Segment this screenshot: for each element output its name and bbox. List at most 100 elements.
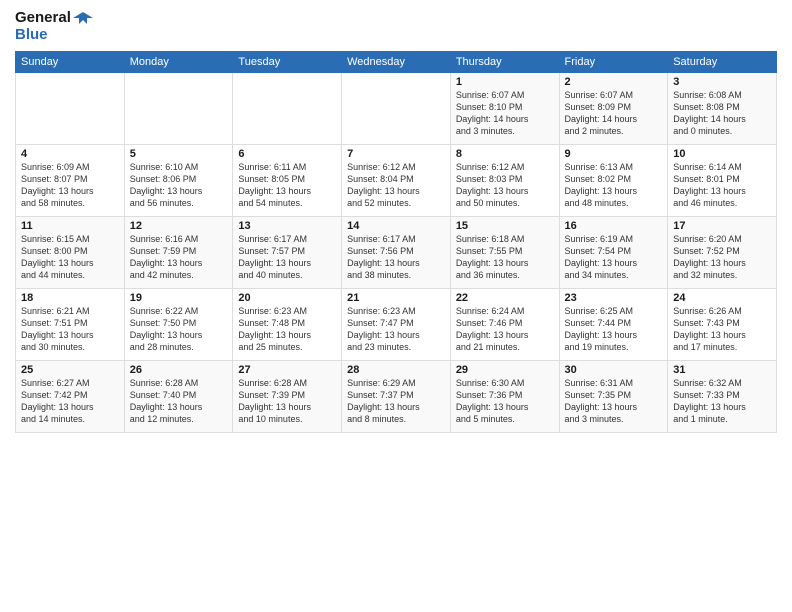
calendar-cell: 11 Sunrise: 6:15 AM Sunset: 8:00 PM Dayli… (16, 217, 125, 289)
calendar-week-4: 18Sunrise: 6:21 AM Sunset: 7:51 PM Dayli… (16, 289, 777, 361)
day-number: 2 (565, 76, 663, 88)
day-info: Sunrise: 6:17 AM Sunset: 7:56 PM Dayligh… (347, 234, 420, 280)
day-info: Sunrise: 6:16 AM Sunset: 7:59 PM Dayligh… (130, 234, 203, 280)
calendar-cell: 7 Sunrise: 6:12 AM Sunset: 8:04 PM Daylig… (342, 145, 451, 217)
day-number: 11 (21, 220, 119, 232)
calendar-cell: 25 Sunrise: 6:27 AM Sunset: 7:42 PM Dayli… (16, 361, 125, 433)
day-number: 15 (456, 220, 554, 232)
calendar-cell: 8 Sunrise: 6:12 AM Sunset: 8:03 PM Daylig… (450, 145, 559, 217)
day-info: Sunrise: 6:23 AM Sunset: 7:48 PM Dayligh… (238, 306, 311, 352)
day-info: Sunrise: 6:13 AM Sunset: 8:02 PM Dayligh… (565, 162, 638, 208)
day-number: 7 (347, 148, 445, 160)
calendar-cell: 19 Sunrise: 6:22 AM Sunset: 7:50 PM Dayli… (124, 289, 233, 361)
day-number: 22 (456, 292, 554, 304)
day-info: Sunrise: 6:07 AM Sunset: 8:09 PM Dayligh… (565, 90, 638, 136)
day-info: Sunrise: 6:08 AM Sunset: 8:08 PM Dayligh… (673, 90, 746, 136)
calendar-table: SundayMondayTuesdayWednesdayThursdayFrid… (15, 51, 777, 433)
calendar-cell: 31Sunrise: 6:32 AM Sunset: 7:33 PM Dayli… (668, 361, 777, 433)
day-info: Sunrise: 6:20 AM Sunset: 7:52 PM Dayligh… (673, 234, 746, 280)
logo-text-block: General Blue (15, 10, 93, 43)
day-info: Sunrise: 6:27 AM Sunset: 7:42 PM Dayligh… (21, 378, 94, 424)
calendar-cell: 16Sunrise: 6:19 AM Sunset: 7:54 PM Dayli… (559, 217, 668, 289)
day-number: 14 (347, 220, 445, 232)
day-number: 29 (456, 364, 554, 376)
calendar-cell: 4 Sunrise: 6:09 AM Sunset: 8:07 PM Daylig… (16, 145, 125, 217)
calendar-cell: 13Sunrise: 6:17 AM Sunset: 7:57 PM Dayli… (233, 217, 342, 289)
day-info: Sunrise: 6:12 AM Sunset: 8:04 PM Dayligh… (347, 162, 420, 208)
calendar-cell (342, 73, 451, 145)
header: General Blue (15, 10, 777, 43)
weekday-header-sunday: Sunday (16, 52, 125, 73)
calendar-cell: 22 Sunrise: 6:24 AM Sunset: 7:46 PM Dayli… (450, 289, 559, 361)
calendar-cell (233, 73, 342, 145)
weekday-header-wednesday: Wednesday (342, 52, 451, 73)
day-number: 13 (238, 220, 336, 232)
day-number: 25 (21, 364, 119, 376)
calendar-cell: 20 Sunrise: 6:23 AM Sunset: 7:48 PM Dayli… (233, 289, 342, 361)
calendar-cell: 17 Sunrise: 6:20 AM Sunset: 7:52 PM Dayli… (668, 217, 777, 289)
day-number: 10 (673, 148, 771, 160)
calendar-week-1: 1Sunrise: 6:07 AM Sunset: 8:10 PM Daylig… (16, 73, 777, 145)
calendar-cell: 5 Sunrise: 6:10 AM Sunset: 8:06 PM Daylig… (124, 145, 233, 217)
day-number: 24 (673, 292, 771, 304)
day-info: Sunrise: 6:23 AM Sunset: 7:47 PM Dayligh… (347, 306, 420, 352)
day-info: Sunrise: 6:30 AM Sunset: 7:36 PM Dayligh… (456, 378, 529, 424)
day-number: 5 (130, 148, 228, 160)
weekday-header-thursday: Thursday (450, 52, 559, 73)
weekday-header-monday: Monday (124, 52, 233, 73)
calendar-cell: 9 Sunrise: 6:13 AM Sunset: 8:02 PM Daylig… (559, 145, 668, 217)
calendar-header: SundayMondayTuesdayWednesdayThursdayFrid… (16, 52, 777, 73)
day-info: Sunrise: 6:07 AM Sunset: 8:10 PM Dayligh… (456, 90, 529, 136)
calendar-cell: 1Sunrise: 6:07 AM Sunset: 8:10 PM Daylig… (450, 73, 559, 145)
day-info: Sunrise: 6:22 AM Sunset: 7:50 PM Dayligh… (130, 306, 203, 352)
day-info: Sunrise: 6:24 AM Sunset: 7:46 PM Dayligh… (456, 306, 529, 352)
day-number: 9 (565, 148, 663, 160)
day-info: Sunrise: 6:32 AM Sunset: 7:33 PM Dayligh… (673, 378, 746, 424)
day-number: 12 (130, 220, 228, 232)
calendar-cell: 15 Sunrise: 6:18 AM Sunset: 7:55 PM Dayli… (450, 217, 559, 289)
calendar-week-2: 4 Sunrise: 6:09 AM Sunset: 8:07 PM Daylig… (16, 145, 777, 217)
logo-blue: Blue (15, 27, 93, 44)
day-info: Sunrise: 6:18 AM Sunset: 7:55 PM Dayligh… (456, 234, 529, 280)
day-info: Sunrise: 6:12 AM Sunset: 8:03 PM Dayligh… (456, 162, 529, 208)
day-info: Sunrise: 6:10 AM Sunset: 8:06 PM Dayligh… (130, 162, 203, 208)
day-info: Sunrise: 6:26 AM Sunset: 7:43 PM Dayligh… (673, 306, 746, 352)
day-number: 3 (673, 76, 771, 88)
day-info: Sunrise: 6:28 AM Sunset: 7:39 PM Dayligh… (238, 378, 311, 424)
calendar-cell: 26Sunrise: 6:28 AM Sunset: 7:40 PM Dayli… (124, 361, 233, 433)
logo-general: General (15, 10, 71, 27)
day-number: 27 (238, 364, 336, 376)
calendar-week-3: 11 Sunrise: 6:15 AM Sunset: 8:00 PM Dayli… (16, 217, 777, 289)
day-number: 4 (21, 148, 119, 160)
day-info: Sunrise: 6:19 AM Sunset: 7:54 PM Dayligh… (565, 234, 638, 280)
calendar-cell: 29 Sunrise: 6:30 AM Sunset: 7:36 PM Dayli… (450, 361, 559, 433)
weekday-header-saturday: Saturday (668, 52, 777, 73)
calendar-cell: 27 Sunrise: 6:28 AM Sunset: 7:39 PM Dayli… (233, 361, 342, 433)
day-info: Sunrise: 6:14 AM Sunset: 8:01 PM Dayligh… (673, 162, 746, 208)
calendar-cell: 10 Sunrise: 6:14 AM Sunset: 8:01 PM Dayli… (668, 145, 777, 217)
day-info: Sunrise: 6:28 AM Sunset: 7:40 PM Dayligh… (130, 378, 203, 424)
calendar-cell: 6 Sunrise: 6:11 AM Sunset: 8:05 PM Daylig… (233, 145, 342, 217)
day-info: Sunrise: 6:29 AM Sunset: 7:37 PM Dayligh… (347, 378, 420, 424)
calendar-week-5: 25 Sunrise: 6:27 AM Sunset: 7:42 PM Dayli… (16, 361, 777, 433)
logo: General Blue (15, 10, 93, 43)
logo-bird-icon (73, 10, 93, 26)
calendar-cell: 12 Sunrise: 6:16 AM Sunset: 7:59 PM Dayli… (124, 217, 233, 289)
day-info: Sunrise: 6:11 AM Sunset: 8:05 PM Dayligh… (238, 162, 311, 208)
day-number: 6 (238, 148, 336, 160)
weekday-header-friday: Friday (559, 52, 668, 73)
day-info: Sunrise: 6:09 AM Sunset: 8:07 PM Dayligh… (21, 162, 94, 208)
day-number: 18 (21, 292, 119, 304)
day-number: 19 (130, 292, 228, 304)
calendar-cell: 23Sunrise: 6:25 AM Sunset: 7:44 PM Dayli… (559, 289, 668, 361)
calendar-cell: 3 Sunrise: 6:08 AM Sunset: 8:08 PM Daylig… (668, 73, 777, 145)
day-number: 21 (347, 292, 445, 304)
calendar-cell (124, 73, 233, 145)
calendar-cell: 30Sunrise: 6:31 AM Sunset: 7:35 PM Dayli… (559, 361, 668, 433)
day-number: 30 (565, 364, 663, 376)
day-number: 17 (673, 220, 771, 232)
day-number: 8 (456, 148, 554, 160)
day-info: Sunrise: 6:15 AM Sunset: 8:00 PM Dayligh… (21, 234, 94, 280)
day-number: 20 (238, 292, 336, 304)
calendar-cell: 18Sunrise: 6:21 AM Sunset: 7:51 PM Dayli… (16, 289, 125, 361)
